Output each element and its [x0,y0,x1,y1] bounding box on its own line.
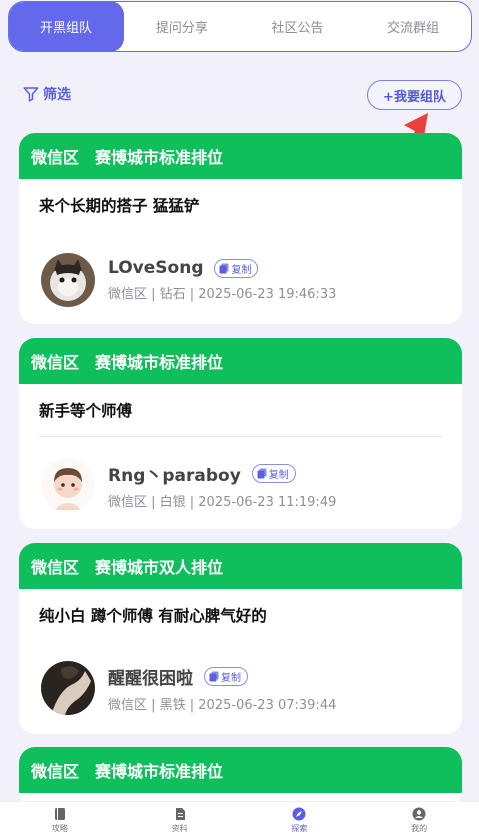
filter-icon [23,87,39,102]
bottom-nav: 攻略 资料 探索 我的 [0,801,479,839]
team-card[interactable]: 微信区 赛博城市双人排位 纯小白 蹲个师傅 有耐心脾气好的 醒醒很困啦 复制 微… [19,543,462,734]
card-mode: 赛博城市标准排位 [95,353,224,372]
tab-team-up[interactable]: 开黑组队 [9,2,124,51]
card-mode: 赛博城市标准排位 [95,762,224,781]
nav-label: 探索 [291,824,308,833]
tab-groups[interactable]: 交流群组 [355,2,471,51]
nav-explore[interactable]: 探索 [240,802,360,839]
copy-icon [257,468,267,478]
avatar[interactable] [41,253,95,307]
user-icon [412,807,426,821]
card-header: 微信区 赛博城市标准排位 [19,747,462,793]
filter-label: 筛选 [43,87,71,103]
username: Rng丶paraboy [108,465,241,486]
copy-icon [209,671,219,681]
nav-guide[interactable]: 攻略 [0,802,120,839]
book-icon [54,808,65,820]
copy-label: 复制 [221,672,241,684]
card-title: 新手等个师傅 [39,402,133,420]
card-region: 微信区 [31,353,80,372]
copy-icon [219,263,229,273]
tab-announcement[interactable]: 社区公告 [240,2,356,51]
filter-button[interactable]: 筛选 [22,84,71,104]
copy-label: 复制 [268,469,289,481]
team-card[interactable]: 微信区 赛博城市标准排位 [19,747,462,807]
avatar[interactable] [41,458,95,512]
compass-icon [292,807,306,821]
nav-data[interactable]: 资料 [120,802,240,839]
nav-label: 资料 [171,824,188,833]
card-mode: 赛博城市标准排位 [95,148,224,167]
card-region: 微信区 [31,148,80,167]
card-region: 微信区 [31,762,80,781]
team-card[interactable]: 微信区 赛博城市标准排位 来个长期的搭子 猛猛铲 LOveSong 复制 微信区… [19,133,462,324]
card-meta: 微信区 | 钻石 | 2025-06-23 19:46:33 [108,287,337,302]
card-title: 纯小白 蹲个师傅 有耐心脾气好的 [39,607,267,625]
username: LOveSong [108,258,204,278]
card-meta: 微信区 | 黑铁 | 2025-06-23 07:39:44 [108,697,337,713]
avatar[interactable] [41,661,95,715]
divider [39,436,442,437]
card-user: Rng丶paraboy 复制 微信区 | 白银 | 2025-06-23 11:… [41,458,336,512]
username: 醒醒很困啦 [108,668,193,689]
card-mode: 赛博城市双人排位 [95,558,224,577]
card-header: 微信区 赛博城市双人排位 [19,543,462,589]
card-region: 微信区 [31,558,80,577]
top-tabs: 开黑组队 提问分享 社区公告 交流群组 [8,1,472,52]
card-user: 醒醒很困啦 复制 微信区 | 黑铁 | 2025-06-23 07:39:44 [41,661,336,715]
copy-button[interactable]: 复制 [251,463,296,483]
nav-label: 攻略 [51,824,68,833]
nav-profile[interactable]: 我的 [359,802,479,839]
card-user: LOveSong 复制 微信区 | 钻石 | 2025-06-23 19:46:… [41,253,336,307]
create-team-button[interactable]: +我要组队 [367,80,462,110]
copy-label: 复制 [231,264,252,276]
card-header: 微信区 赛博城市标准排位 [19,338,462,384]
copy-button[interactable]: 复制 [204,666,248,686]
tab-qa-share[interactable]: 提问分享 [124,2,240,51]
team-card[interactable]: 微信区 赛博城市标准排位 新手等个师傅 Rng丶paraboy 复制 微信区 |… [19,338,462,529]
document-icon [175,808,185,820]
copy-button[interactable]: 复制 [214,258,259,278]
nav-label: 我的 [411,824,428,833]
card-meta: 微信区 | 白银 | 2025-06-23 11:19:49 [108,494,337,510]
card-title: 来个长期的搭子 猛猛铲 [39,197,200,215]
card-header: 微信区 赛博城市标准排位 [19,133,462,179]
